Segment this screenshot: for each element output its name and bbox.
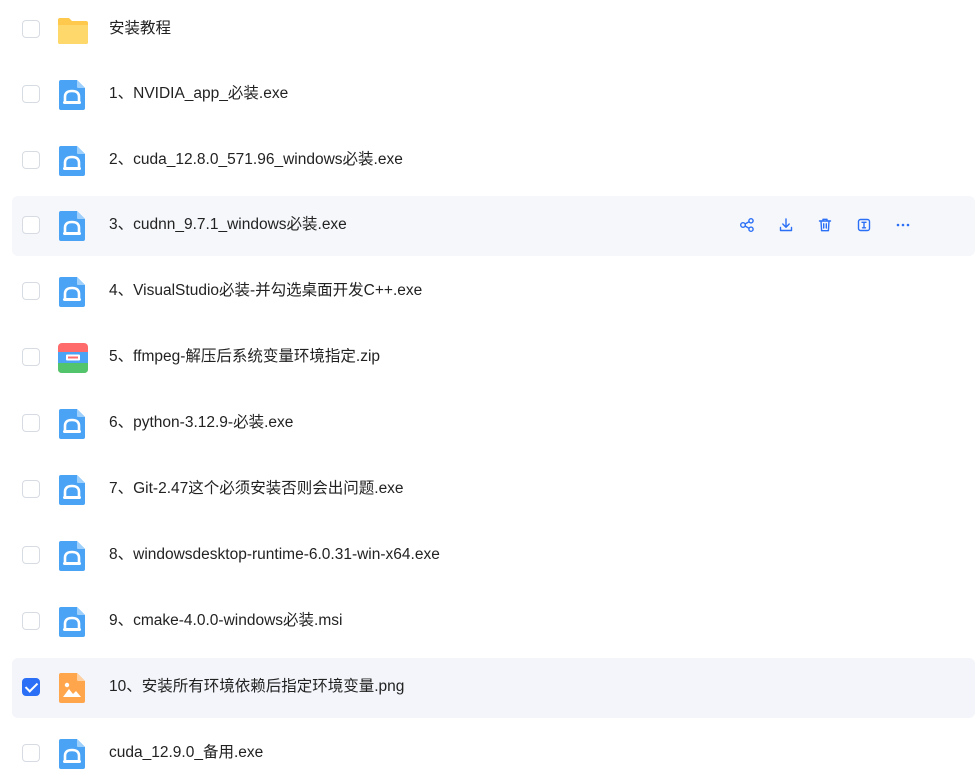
file-name[interactable]: 9、cmake-4.0.0-windows必装.msi (109, 592, 342, 650)
exe-file-icon (57, 606, 87, 638)
rename-icon[interactable] (853, 214, 875, 236)
row-checkbox[interactable] (22, 678, 40, 696)
row-checkbox[interactable] (22, 414, 40, 432)
file-row[interactable]: 3、cudnn_9.7.1_windows必装.exe (12, 196, 975, 256)
exe-file-icon (57, 408, 87, 440)
row-checkbox[interactable] (22, 216, 40, 234)
file-row[interactable]: 安装教程 (12, 0, 975, 60)
row-checkbox[interactable] (22, 480, 40, 498)
file-name[interactable]: 3、cudnn_9.7.1_windows必装.exe (109, 196, 347, 254)
more-icon[interactable] (892, 214, 914, 236)
row-checkbox[interactable] (22, 85, 40, 103)
file-name[interactable]: 4、VisualStudio必装-并勾选桌面开发C++.exe (109, 262, 422, 320)
file-row[interactable]: 10、安装所有环境依赖后指定环境变量.png (12, 658, 975, 718)
image-file-icon (57, 672, 87, 704)
row-checkbox[interactable] (22, 546, 40, 564)
row-checkbox[interactable] (22, 20, 40, 38)
row-actions (736, 214, 931, 236)
file-row[interactable]: 2、cuda_12.8.0_571.96_windows必装.exe (12, 131, 975, 191)
exe-file-icon (57, 276, 87, 308)
file-name[interactable]: 1、NVIDIA_app_必装.exe (109, 65, 288, 123)
delete-icon[interactable] (814, 214, 836, 236)
download-icon[interactable] (775, 214, 797, 236)
exe-file-icon (57, 738, 87, 770)
zip-file-icon (57, 342, 88, 374)
row-checkbox[interactable] (22, 612, 40, 630)
file-name[interactable]: 5、ffmpeg-解压后系统变量环境指定.zip (109, 328, 380, 386)
file-row[interactable]: cuda_12.9.0_备用.exe (12, 724, 975, 784)
file-name[interactable]: 10、安装所有环境依赖后指定环境变量.png (109, 658, 404, 716)
file-name[interactable]: 2、cuda_12.8.0_571.96_windows必装.exe (109, 131, 403, 189)
file-row[interactable]: 4、VisualStudio必装-并勾选桌面开发C++.exe (12, 262, 975, 322)
row-checkbox[interactable] (22, 151, 40, 169)
file-row[interactable]: 6、python-3.12.9-必装.exe (12, 394, 975, 454)
exe-file-icon (57, 145, 87, 177)
file-row[interactable]: 9、cmake-4.0.0-windows必装.msi (12, 592, 975, 652)
file-name[interactable]: 7、Git-2.47这个必须安装否则会出问题.exe (109, 460, 404, 518)
file-row[interactable]: 5、ffmpeg-解压后系统变量环境指定.zip (12, 328, 975, 388)
file-row[interactable]: 1、NVIDIA_app_必装.exe (12, 65, 975, 125)
share-icon[interactable] (736, 214, 758, 236)
file-name[interactable]: 8、windowsdesktop-runtime-6.0.31-win-x64.… (109, 526, 440, 584)
file-name[interactable]: 安装教程 (109, 0, 171, 58)
file-row[interactable]: 7、Git-2.47这个必须安装否则会出问题.exe (12, 460, 975, 520)
exe-file-icon (57, 474, 87, 506)
row-checkbox[interactable] (22, 282, 40, 300)
row-checkbox[interactable] (22, 744, 40, 762)
file-row[interactable]: 8、windowsdesktop-runtime-6.0.31-win-x64.… (12, 526, 975, 586)
file-name[interactable]: 6、python-3.12.9-必装.exe (109, 394, 293, 452)
exe-file-icon (57, 79, 87, 111)
folder-icon (57, 14, 88, 46)
row-checkbox[interactable] (22, 348, 40, 366)
file-name[interactable]: cuda_12.9.0_备用.exe (109, 724, 263, 782)
exe-file-icon (57, 540, 87, 572)
file-list: 安装教程 1、NVIDIA_app_必装.exe 2、cuda_12.8.0_5… (0, 0, 975, 784)
exe-file-icon (57, 210, 87, 242)
